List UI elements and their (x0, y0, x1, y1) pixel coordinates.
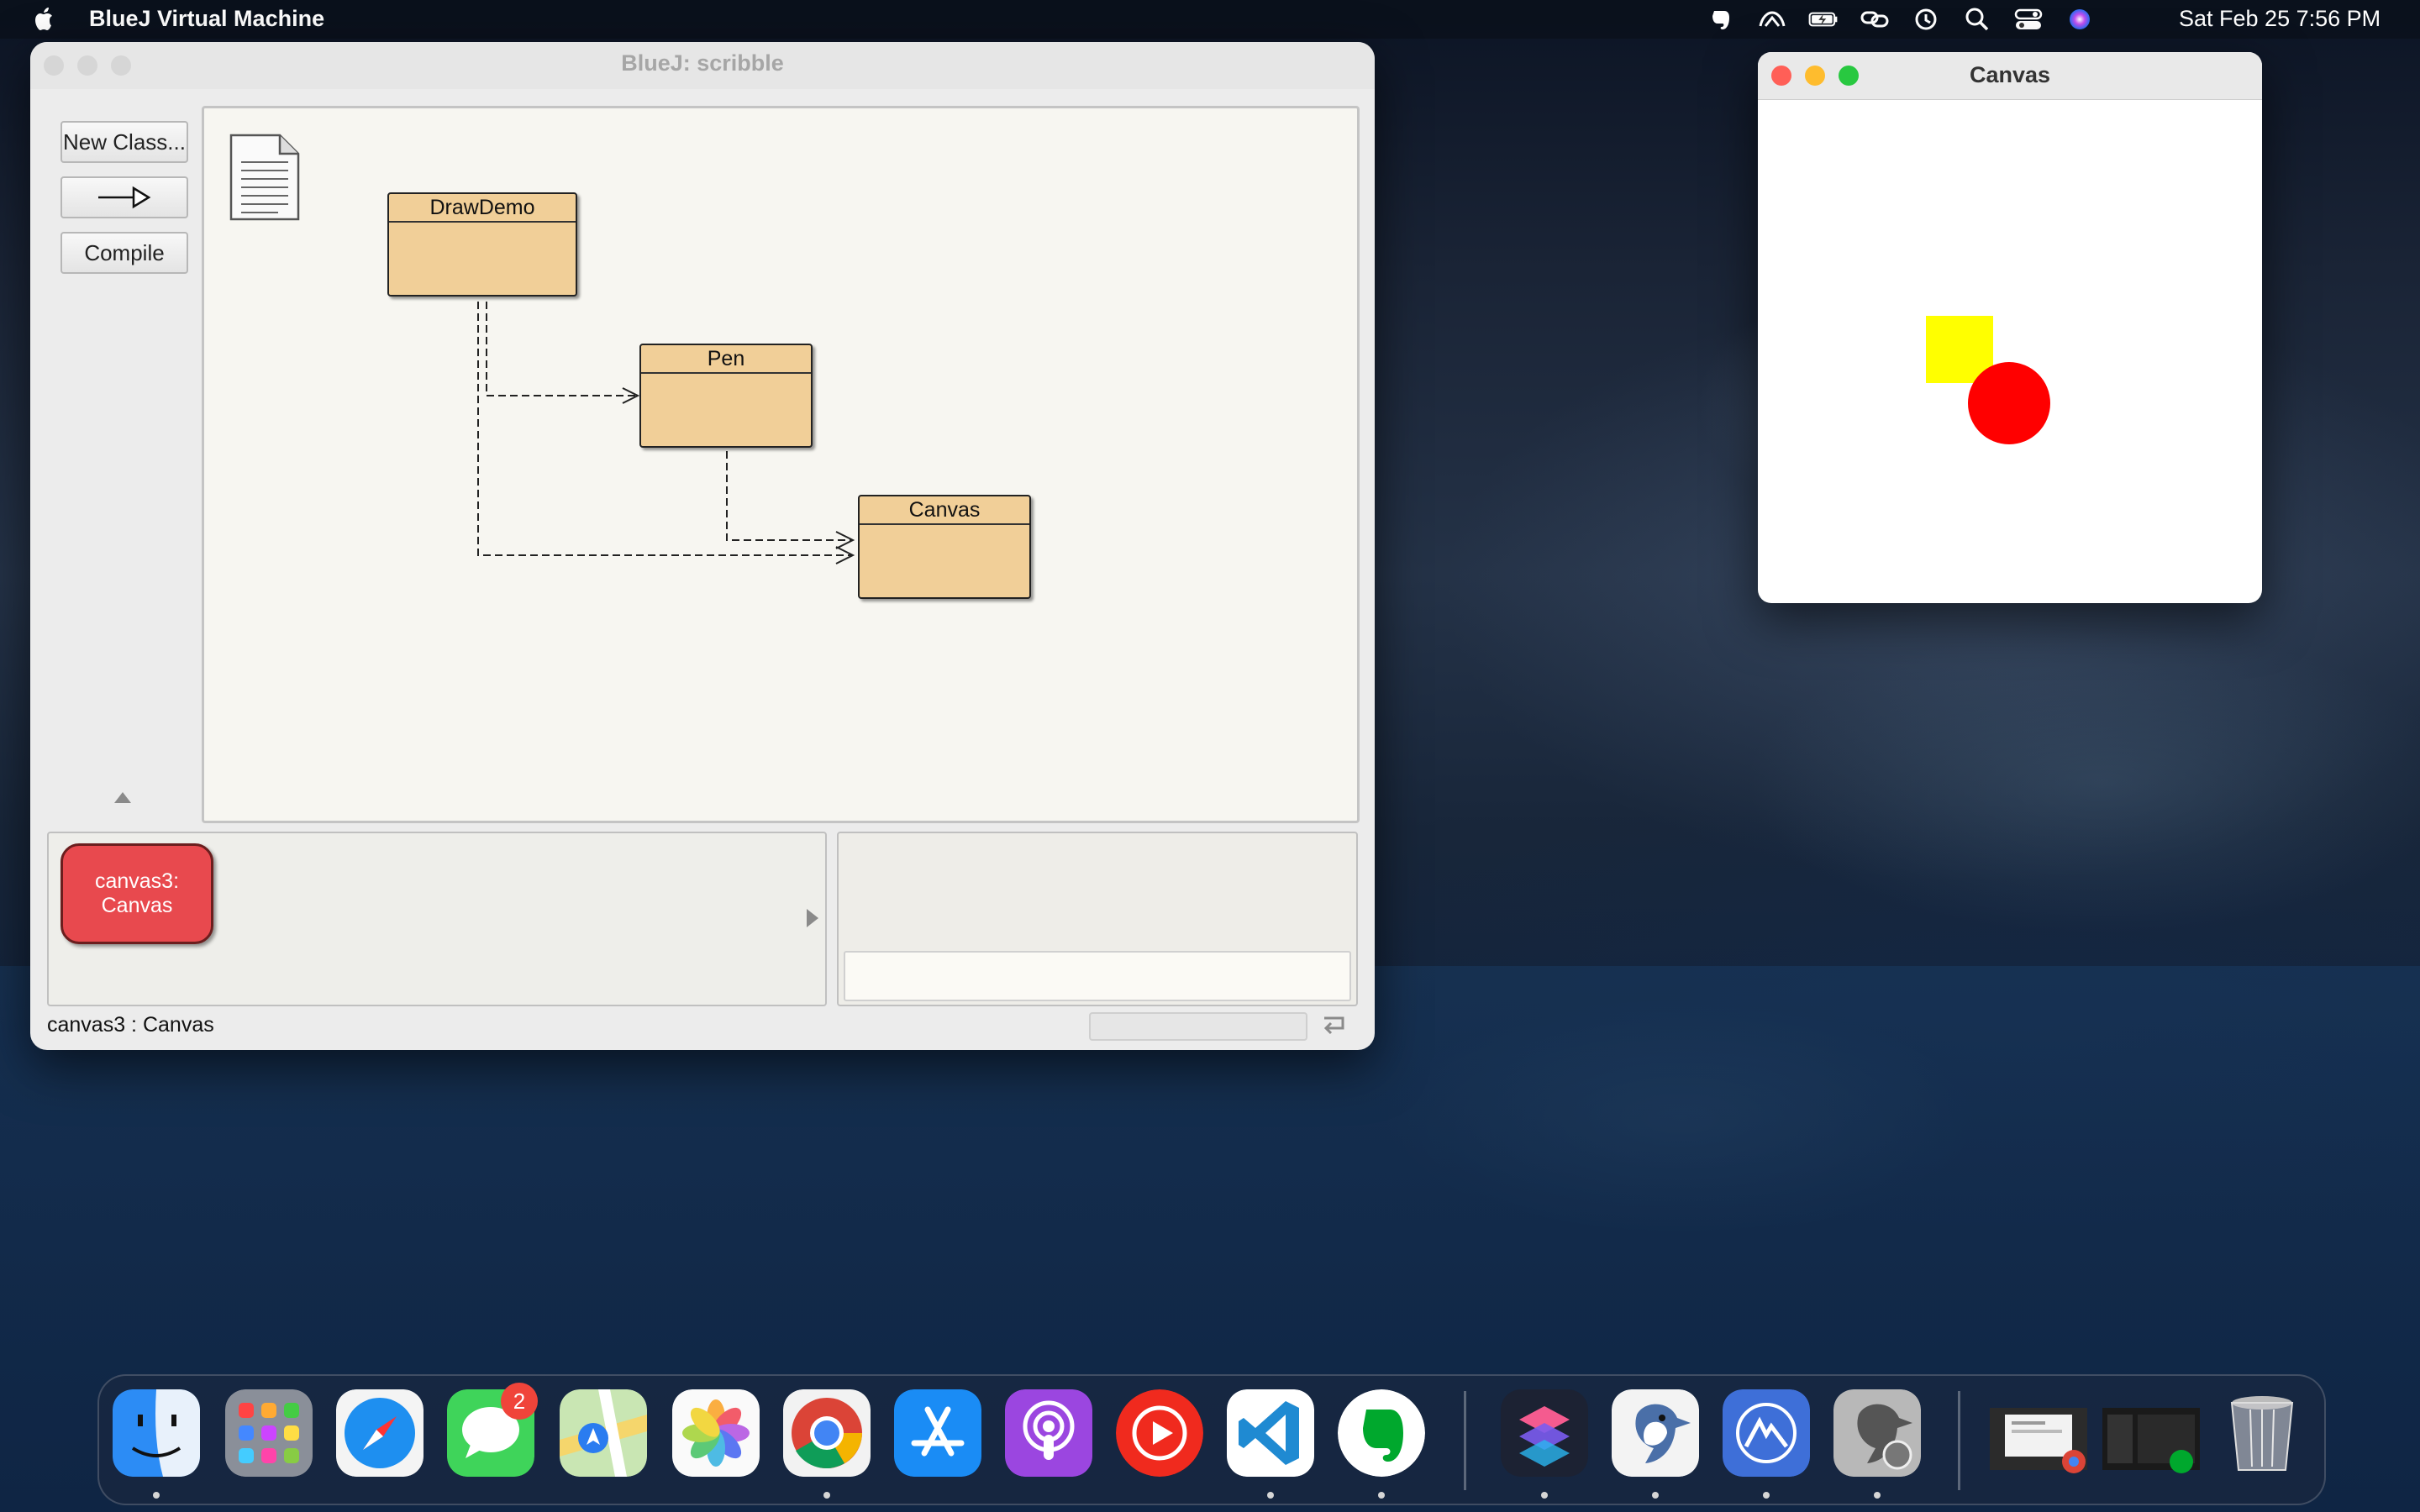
messages-badge: 2 (501, 1383, 538, 1420)
class-name: DrawDemo (389, 194, 576, 223)
photos-icon (672, 1389, 760, 1477)
dock-podcasts[interactable] (1005, 1389, 1092, 1477)
time-machine-icon[interactable] (1911, 6, 1941, 33)
app-store-icon (894, 1389, 981, 1477)
chrome-icon (783, 1389, 871, 1477)
bluej-bird-icon (1612, 1389, 1699, 1477)
class-pen[interactable]: Pen (639, 344, 813, 448)
drawing-canvas (1926, 316, 2050, 444)
class-name: Canvas (860, 496, 1029, 525)
dock-app-store[interactable] (894, 1389, 981, 1477)
apple-logo-icon[interactable] (32, 5, 57, 34)
maps-icon (560, 1389, 647, 1477)
vm-progress-bar (1089, 1012, 1307, 1041)
dock-minimized-chrome-window[interactable] (1986, 1389, 2091, 1477)
running-indicator (1763, 1492, 1770, 1499)
bluej-window-title: BlueJ: scribble (621, 50, 784, 76)
control-center-icon[interactable] (2013, 6, 2044, 33)
red-circle (1968, 362, 2050, 444)
dock-chrome[interactable] (783, 1389, 871, 1477)
window-thumbnail-icon (1990, 1408, 2087, 1473)
youtube-music-icon (1116, 1389, 1203, 1477)
vscode-icon (1227, 1389, 1314, 1477)
status-icons (1706, 5, 2095, 34)
creative-cloud-icon[interactable] (1757, 6, 1787, 33)
dock-photos[interactable] (672, 1389, 760, 1477)
dock-separator (1464, 1391, 1466, 1490)
bluej-window: BlueJ: scribble New Class... Compile Dra… (30, 42, 1375, 1050)
reset-vm-icon[interactable] (1319, 1011, 1349, 1038)
canvas-window: Canvas (1758, 52, 2262, 603)
shortcuts-icon (1501, 1389, 1588, 1477)
class-name: Pen (641, 345, 811, 374)
safari-icon (336, 1389, 424, 1477)
dependency-arrows (477, 302, 855, 564)
dock-finder[interactable] (113, 1389, 200, 1477)
running-indicator (1652, 1492, 1659, 1499)
triangle-right-icon[interactable] (805, 907, 820, 929)
dock-vscode[interactable] (1227, 1389, 1314, 1477)
bluej-installer-icon (1833, 1389, 1921, 1477)
evernote-icon[interactable] (1706, 6, 1736, 33)
trash-icon (2230, 1396, 2294, 1471)
dock-launchpad[interactable] (225, 1389, 313, 1477)
finder-icon (113, 1389, 200, 1477)
class-canvas[interactable]: Canvas (858, 495, 1031, 599)
dock-minimized-evernote-window[interactable] (2099, 1389, 2203, 1477)
dock-evernote[interactable] (1338, 1389, 1425, 1477)
canvas-titlebar[interactable]: Canvas (1758, 52, 2262, 100)
status-text: canvas3 : Canvas (47, 1013, 214, 1037)
battery-charging-icon[interactable] (1808, 6, 1839, 33)
running-indicator (153, 1492, 160, 1499)
menu-bar: BlueJ Virtual Machine Sat Feb 25 7:56 PM (0, 0, 2420, 39)
object-label-type: Canvas (101, 894, 173, 917)
dock-bluej[interactable] (1612, 1389, 1699, 1477)
nordvpn-icon (1723, 1389, 1810, 1477)
object-label-name: canvas3: (94, 869, 180, 893)
running-indicator (1874, 1492, 1881, 1499)
evernote-app-icon (1338, 1389, 1425, 1477)
link-icon[interactable] (1860, 6, 1890, 33)
running-indicator (1267, 1492, 1274, 1499)
new-class-button[interactable]: New Class... (60, 121, 188, 163)
triangle-up-icon[interactable] (113, 790, 133, 805)
code-pad-input[interactable] (844, 951, 1351, 1001)
dock-safari[interactable] (336, 1389, 424, 1477)
canvas-window-title: Canvas (1969, 62, 2051, 87)
object-bench[interactable]: canvas3: Canvas (47, 832, 827, 1006)
object-canvas3[interactable]: canvas3: Canvas (60, 843, 213, 944)
dock-maps[interactable] (560, 1389, 647, 1477)
class-diagram[interactable]: DrawDemo Pen Canvas (202, 106, 1360, 823)
window-thumbnail-icon (2102, 1408, 2200, 1473)
dock-nordvpn[interactable] (1723, 1389, 1810, 1477)
class-drawdemo[interactable]: DrawDemo (387, 192, 577, 297)
compile-button[interactable]: Compile (60, 232, 188, 274)
inheritance-arrow-icon (98, 186, 151, 209)
siri-icon[interactable] (2065, 6, 2095, 33)
menubar-clock[interactable]: Sat Feb 25 7:56 PM (2179, 6, 2381, 32)
dock-separator (1958, 1391, 1960, 1490)
running-indicator (823, 1492, 830, 1499)
running-indicator (1541, 1492, 1548, 1499)
code-pad (837, 832, 1358, 1006)
dock-bluej-installer[interactable] (1833, 1389, 1921, 1477)
launchpad-icon (225, 1389, 313, 1477)
running-indicator (1378, 1492, 1385, 1499)
dock-youtube-music[interactable] (1116, 1389, 1203, 1477)
menu-app-name[interactable]: BlueJ Virtual Machine (89, 6, 324, 32)
bluej-titlebar[interactable]: BlueJ: scribble (30, 42, 1375, 89)
podcasts-icon (1005, 1389, 1092, 1477)
dock-shortcuts[interactable] (1501, 1389, 1588, 1477)
new-arrow-button[interactable] (60, 176, 188, 218)
dock-trash[interactable] (2218, 1389, 2306, 1477)
spotlight-search-icon[interactable] (1962, 6, 1992, 33)
